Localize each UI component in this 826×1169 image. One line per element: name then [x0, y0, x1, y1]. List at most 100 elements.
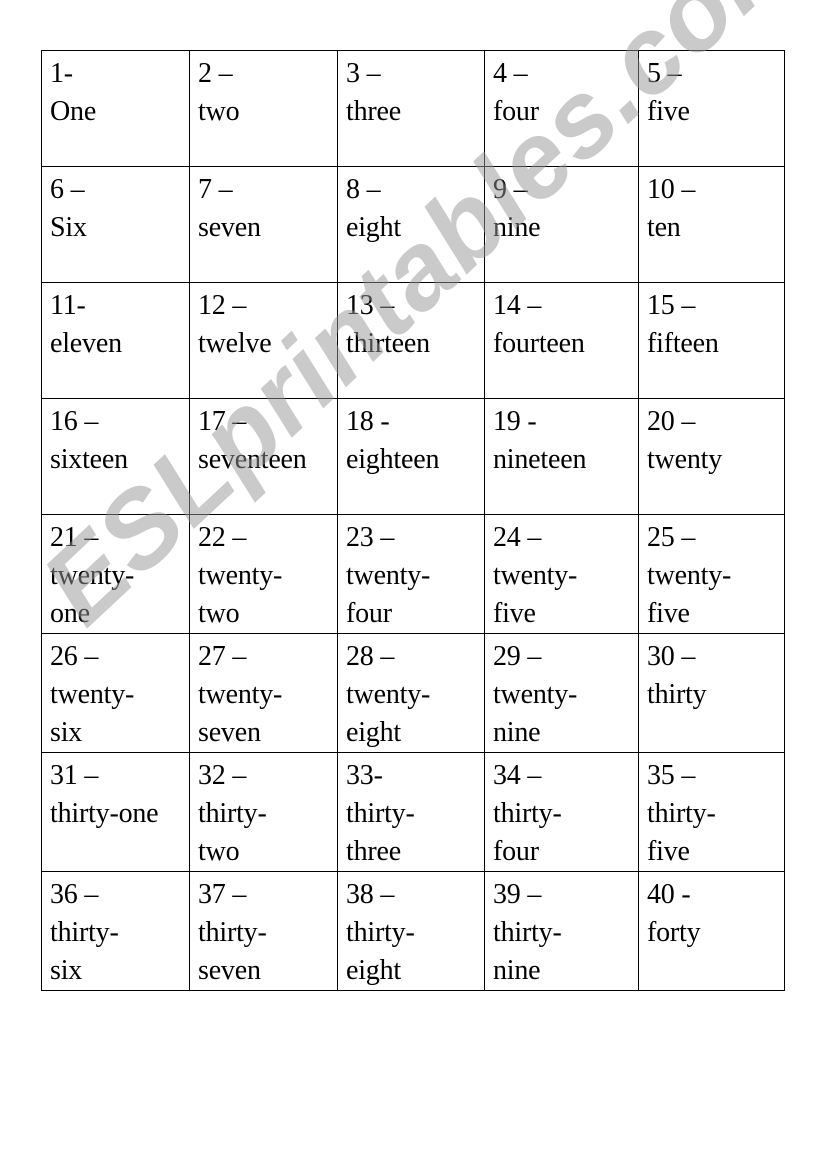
number-word: Six	[50, 212, 87, 243]
number-word: thirty-	[493, 798, 562, 829]
number-word-continued: five	[647, 598, 690, 629]
number-word: thirty	[647, 679, 707, 710]
number-cell: 6 – Six	[41, 166, 190, 283]
number-word-continued: six	[50, 717, 83, 748]
number-cell: 27 – twenty-seven	[189, 633, 338, 753]
number-word: seventeen	[198, 444, 307, 475]
number-cell: 25 – twenty-five	[638, 514, 785, 634]
number-cell: 32 – thirty-two	[189, 752, 338, 872]
number-label: 29 –	[493, 641, 542, 672]
number-word: fifteen	[647, 328, 719, 359]
number-cell: 14 – fourteen	[484, 282, 639, 399]
number-label: 30 –	[647, 641, 696, 672]
number-word-continued: four	[493, 836, 539, 867]
number-word: twenty-	[198, 560, 283, 591]
number-cell: 3 – three	[337, 50, 485, 167]
number-label: 19 -	[493, 406, 537, 437]
number-label: 6 –	[50, 174, 85, 205]
number-word-continued: seven	[198, 955, 261, 986]
table-row: 21 – twenty-one 22 – twenty-two 23 – twenty-f…	[41, 514, 785, 634]
number-cell: 23 – twenty-four	[337, 514, 485, 634]
number-label: 22 –	[198, 522, 247, 553]
number-cell: 28 – twenty-eight	[337, 633, 485, 753]
number-word: twenty-	[493, 679, 578, 710]
number-word: nine	[493, 212, 541, 243]
number-words-table: 1- One 2 – two 3 – three 4 – four 5 – five 6 – Six 7…	[41, 50, 785, 991]
number-cell: 31 – thirty-one	[41, 752, 190, 872]
number-word: thirteen	[346, 328, 430, 359]
number-label: 4 –	[493, 58, 528, 89]
worksheet-page: 1- One 2 – two 3 – three 4 – four 5 – five 6 – Six 7…	[0, 0, 826, 1169]
number-cell: 19 - nineteen	[484, 398, 639, 515]
number-cell: 11- eleven	[41, 282, 190, 399]
number-label: 25 –	[647, 522, 696, 553]
number-word-continued: five	[647, 836, 690, 867]
number-label: 39 –	[493, 879, 542, 910]
number-cell: 20 – twenty	[638, 398, 785, 515]
number-word-continued: eight	[346, 955, 401, 986]
number-word: five	[647, 96, 690, 127]
number-label: 23 –	[346, 522, 395, 553]
number-cell: 24 – twenty-five	[484, 514, 639, 634]
number-label: 3 –	[346, 58, 381, 89]
number-label: 24 –	[493, 522, 542, 553]
number-word: twenty	[647, 444, 723, 475]
number-cell: 18 - eighteen	[337, 398, 485, 515]
number-label: 12 –	[198, 290, 247, 321]
number-word: ten	[647, 212, 681, 243]
number-label: 2 –	[198, 58, 233, 89]
number-word: seven	[198, 212, 261, 243]
number-word: thirty-	[346, 917, 415, 948]
number-word: nineteen	[493, 444, 587, 475]
number-word-continued: two	[198, 836, 240, 867]
number-cell: 16 – sixteen	[41, 398, 190, 515]
number-word: twelve	[198, 328, 272, 359]
table-row: 31 – thirty-one 32 – thirty-two 33- thirty-th…	[41, 752, 785, 872]
number-word: twenty-	[50, 560, 135, 591]
number-word-continued: two	[198, 598, 240, 629]
number-cell: 30 – thirty	[638, 633, 785, 753]
number-word-continued: six	[50, 955, 83, 986]
number-label: 9 –	[493, 174, 528, 205]
number-label: 13 –	[346, 290, 395, 321]
number-label: 40 -	[647, 879, 691, 910]
number-label: 33-	[346, 760, 383, 791]
number-label: 17 –	[198, 406, 247, 437]
number-word: twenty-	[647, 560, 732, 591]
number-word: thirty-	[198, 917, 267, 948]
number-word: thirty-	[346, 798, 415, 829]
number-word-continued: eight	[346, 717, 401, 748]
number-word: twenty-	[493, 560, 578, 591]
number-cell: 37 – thirty-seven	[189, 871, 338, 991]
table-row: 26 – twenty-six 27 – twenty-seven 28 – twenty…	[41, 633, 785, 753]
number-cell: 17 – seventeen	[189, 398, 338, 515]
number-label: 11-	[50, 290, 86, 321]
number-cell: 36 – thirty-six	[41, 871, 190, 991]
number-label: 34 –	[493, 760, 542, 791]
table-body: 1- One 2 – two 3 – three 4 – four 5 – five 6 – Six 7…	[41, 50, 785, 991]
number-word-continued: nine	[493, 955, 541, 986]
table-row: 6 – Six 7 – seven 8 – eight 9 – nine 10 – ten	[41, 166, 785, 283]
number-word: three	[346, 96, 401, 127]
table-row: 1- One 2 – two 3 – three 4 – four 5 – five	[41, 50, 785, 167]
number-word-continued: five	[493, 598, 536, 629]
number-cell: 35 – thirty-five	[638, 752, 785, 872]
number-label: 10 –	[647, 174, 696, 205]
number-cell: 21 – twenty-one	[41, 514, 190, 634]
number-label: 35 –	[647, 760, 696, 791]
number-word-continued: four	[346, 598, 392, 629]
number-word: fourteen	[493, 328, 585, 359]
number-word: thirty-	[198, 798, 267, 829]
number-cell: 39 – thirty-nine	[484, 871, 639, 991]
number-cell: 8 – eight	[337, 166, 485, 283]
number-word: eight	[346, 212, 401, 243]
table-row: 16 – sixteen 17 – seventeen 18 - eighteen 19 -…	[41, 398, 785, 515]
number-label: 16 –	[50, 406, 99, 437]
number-cell: 12 – twelve	[189, 282, 338, 399]
number-cell: 22 – twenty-two	[189, 514, 338, 634]
number-label: 32 –	[198, 760, 247, 791]
number-label: 8 –	[346, 174, 381, 205]
table-row: 36 – thirty-six 37 – thirty-seven 38 – thirty…	[41, 871, 785, 991]
number-label: 18 -	[346, 406, 390, 437]
number-word-continued: nine	[493, 717, 541, 748]
